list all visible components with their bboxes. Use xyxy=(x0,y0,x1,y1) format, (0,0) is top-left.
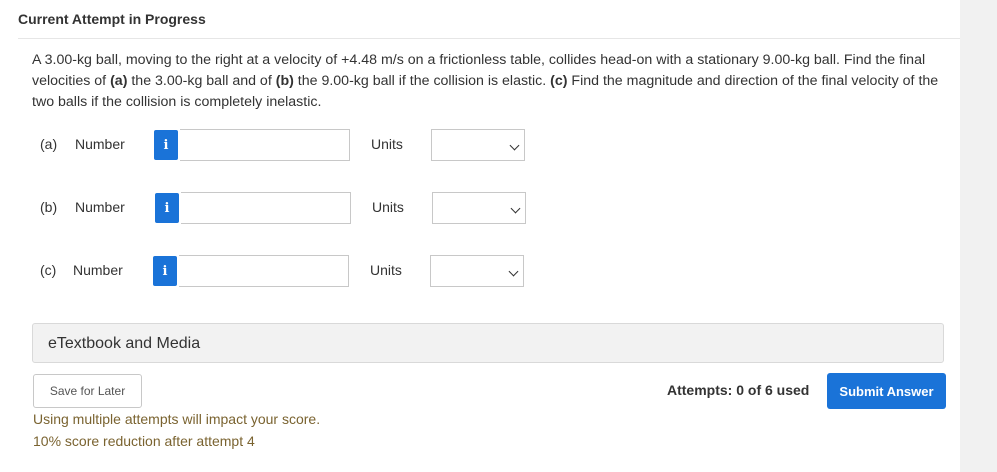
answer-row-a: (a) Number i Units xyxy=(0,129,600,161)
part-label-a: (a) xyxy=(40,136,58,152)
number-label-b: Number xyxy=(75,199,125,215)
question-part-c-ref: (c) xyxy=(550,73,568,89)
number-input-c[interactable] xyxy=(179,255,349,287)
question-card: Current Attempt in Progress A 3.00-kg ba… xyxy=(0,0,960,472)
part-label-c: (c) xyxy=(40,262,57,278)
info-icon[interactable]: i xyxy=(155,193,179,223)
number-input-a[interactable] xyxy=(180,129,350,161)
question-part-a-ref: (a) xyxy=(110,73,128,89)
header-divider xyxy=(18,38,960,39)
units-select-c[interactable] xyxy=(430,255,524,287)
question-text-2: the 3.00-kg ball and of xyxy=(127,73,276,89)
etextbook-label: eTextbook and Media xyxy=(48,335,201,352)
number-label-a: Number xyxy=(75,136,125,152)
etextbook-media-toggle[interactable]: eTextbook and Media xyxy=(32,323,944,363)
page-title: Current Attempt in Progress xyxy=(18,11,206,27)
attempts-counter: Attempts: 0 of 6 used xyxy=(667,382,810,398)
units-select-b[interactable] xyxy=(432,192,526,224)
question-text: A 3.00-kg ball, moving to the right at a… xyxy=(32,50,947,113)
question-part-b-ref: (b) xyxy=(275,73,294,89)
number-label-c: Number xyxy=(73,262,123,278)
chevron-down-icon xyxy=(509,140,520,151)
save-for-later-button[interactable]: Save for Later xyxy=(33,374,142,408)
answer-row-b: (b) Number i Units xyxy=(0,192,600,224)
chevron-down-icon xyxy=(510,203,521,214)
info-icon[interactable]: i xyxy=(153,256,177,286)
units-label-b: Units xyxy=(372,199,404,215)
units-label-a: Units xyxy=(371,136,403,152)
question-text-3: the 9.00-kg ball if the collision is ela… xyxy=(293,73,551,89)
number-input-b[interactable] xyxy=(181,192,351,224)
chevron-down-icon xyxy=(508,266,519,277)
score-reduction-note: 10% score reduction after attempt 4 xyxy=(33,433,255,449)
answer-row-c: (c) Number i Units xyxy=(0,255,600,287)
info-icon[interactable]: i xyxy=(154,130,178,160)
submit-answer-button[interactable]: Submit Answer xyxy=(827,373,946,409)
part-label-b: (b) xyxy=(40,199,58,215)
attempts-warning: Using multiple attempts will impact your… xyxy=(33,411,321,427)
units-label-c: Units xyxy=(370,262,402,278)
units-select-a[interactable] xyxy=(431,129,525,161)
